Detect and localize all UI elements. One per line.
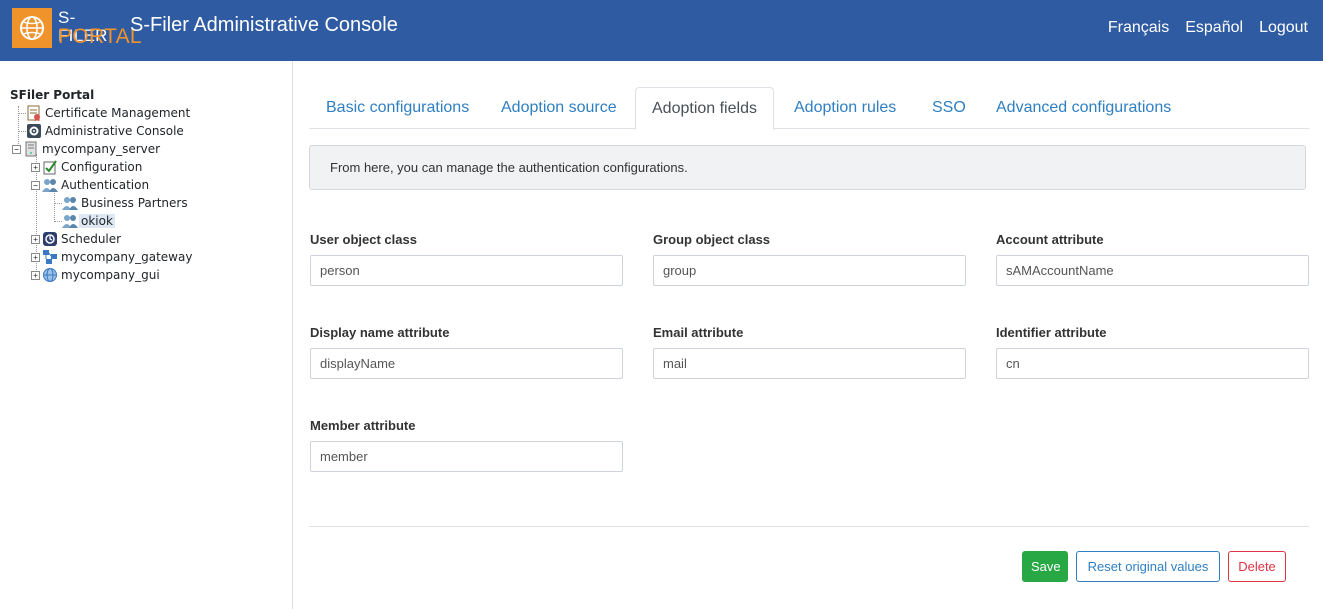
expand-toggle-icon[interactable]: + [31, 234, 40, 244]
tree-item-label: mycompany_gui [61, 268, 160, 282]
header-nav: Français Español Logout [1108, 19, 1308, 37]
tree-item-okiok[interactable]: okiok [62, 212, 115, 230]
globe-logo-icon [12, 8, 52, 48]
tree-item-label: mycompany_server [42, 142, 161, 156]
collapse-toggle-icon[interactable]: − [31, 180, 40, 190]
server-icon [23, 141, 39, 157]
tree-connector [18, 113, 26, 114]
tree-connector [54, 221, 62, 222]
reset-original-values-button[interactable]: Reset original values [1076, 551, 1220, 582]
tree-connector [18, 131, 26, 132]
expand-toggle-icon[interactable]: + [31, 252, 40, 262]
top-header: S-FILER PORTAL S-Filer Administrative Co… [0, 0, 1323, 61]
display-name-attribute-input[interactable] [310, 348, 623, 379]
tree-item-label: Business Partners [81, 196, 188, 210]
account-attribute-label: Account attribute [996, 232, 1104, 247]
tree-item-administrative-console[interactable]: Administrative Console [26, 122, 186, 140]
expand-toggle-icon[interactable]: + [31, 162, 40, 172]
collapse-toggle-icon[interactable]: − [12, 144, 21, 154]
tree-item-label: Authentication [61, 178, 150, 192]
expand-toggle-icon[interactable]: + [31, 270, 40, 280]
form-divider [309, 526, 1309, 527]
info-message: From here, you can manage the authentica… [309, 145, 1306, 190]
tree-item-label: okiok [79, 214, 115, 228]
tab-adoption-fields[interactable]: Adoption fields [635, 87, 774, 130]
certificate-icon [26, 105, 42, 122]
scheduler-icon [42, 231, 58, 247]
tree-item-configuration[interactable]: + Configuration [31, 158, 144, 176]
globe-icon [42, 267, 58, 283]
group-object-class-input[interactable] [653, 255, 966, 286]
main-content: Basic configurations Adoption source Ado… [293, 61, 1323, 609]
tab-sso[interactable]: SSO [916, 87, 982, 129]
admin-console-icon [26, 123, 42, 139]
french-language-link[interactable]: Français [1108, 19, 1169, 37]
user-object-class-label: User object class [310, 232, 417, 247]
tree-item-certificate-management[interactable]: Certificate Management [26, 104, 192, 122]
account-attribute-input[interactable] [996, 255, 1309, 286]
portal-logo: S-FILER PORTAL [12, 8, 142, 48]
tab-advanced-configurations[interactable]: Advanced configurations [980, 87, 1187, 129]
tree-item-mycompany-server[interactable]: − mycompany_server [12, 140, 162, 158]
users-icon [62, 195, 78, 211]
configuration-tabs: Basic configurations Adoption source Ado… [309, 87, 1309, 130]
configuration-icon [42, 159, 58, 175]
member-attribute-input[interactable] [310, 441, 623, 472]
tree-item-scheduler[interactable]: + Scheduler [31, 230, 123, 248]
tree-item-label: Administrative Console [45, 124, 184, 138]
identifier-attribute-input[interactable] [996, 348, 1309, 379]
identifier-attribute-label: Identifier attribute [996, 325, 1107, 340]
delete-button[interactable]: Delete [1228, 551, 1286, 582]
tree-connector [54, 190, 55, 222]
tree-item-mycompany-gui[interactable]: + mycompany_gui [31, 266, 162, 284]
display-name-attribute-label: Display name attribute [310, 325, 450, 340]
tab-adoption-source[interactable]: Adoption source [485, 87, 633, 129]
spanish-language-link[interactable]: Español [1185, 19, 1243, 37]
tab-basic-configurations[interactable]: Basic configurations [310, 87, 485, 129]
member-attribute-label: Member attribute [310, 418, 416, 433]
tree-item-label: Certificate Management [45, 106, 191, 120]
tree-item-label: mycompany_gateway [61, 250, 193, 264]
tree-root-label[interactable]: SFiler Portal [10, 88, 94, 102]
group-object-class-label: Group object class [653, 232, 771, 247]
users-icon [42, 177, 58, 193]
tree-connector [54, 203, 62, 204]
app-title: S-Filer Administrative Console [130, 14, 398, 36]
email-attribute-input[interactable] [653, 348, 966, 379]
navigation-tree: SFiler Portal Certificate Management Adm… [0, 61, 293, 609]
gateway-icon [42, 249, 58, 265]
user-object-class-input[interactable] [310, 255, 623, 286]
tree-item-business-partners[interactable]: Business Partners [62, 194, 190, 212]
email-attribute-label: Email attribute [653, 325, 744, 340]
tree-item-authentication[interactable]: − Authentication [31, 176, 151, 194]
tree-item-mycompany-gateway[interactable]: + mycompany_gateway [31, 248, 194, 266]
tree-item-label: Scheduler [61, 232, 122, 246]
save-button[interactable]: Save [1022, 551, 1068, 582]
logout-link[interactable]: Logout [1259, 19, 1308, 37]
tab-adoption-rules[interactable]: Adoption rules [778, 87, 912, 129]
users-icon [62, 213, 78, 229]
tree-item-label: Configuration [61, 160, 143, 174]
